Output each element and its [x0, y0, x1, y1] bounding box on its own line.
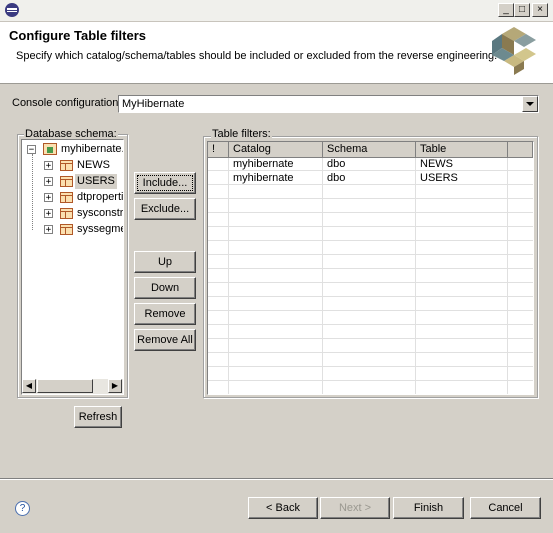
hibernate-logo	[492, 27, 536, 75]
remove-button[interactable]: Remove	[134, 303, 196, 325]
tree-horizontal-scrollbar[interactable]: ◀ ▶	[22, 379, 123, 394]
empty-row	[208, 270, 533, 283]
empty-row	[208, 214, 533, 227]
scroll-left-icon[interactable]: ◀	[22, 379, 36, 393]
tree-item-label: sysconstraints	[77, 207, 124, 219]
cancel-button[interactable]: Cancel	[470, 497, 541, 519]
collapse-icon[interactable]: −	[27, 145, 36, 155]
expand-icon[interactable]: +	[44, 225, 53, 235]
database-icon	[43, 143, 57, 155]
exclude-button[interactable]: Exclude...	[134, 198, 196, 220]
empty-row	[208, 242, 533, 255]
empty-row	[208, 326, 533, 339]
cell-catalog: myhibernate	[233, 172, 294, 184]
column-header-table[interactable]: Table	[416, 142, 508, 158]
empty-row	[208, 200, 533, 213]
wizard-header: Configure Table filters Specify which ca…	[0, 22, 553, 84]
empty-row	[208, 340, 533, 353]
schema-tree[interactable]: − myhibernate.dbo + NEWS + USERS + dtpro…	[21, 139, 124, 395]
cell-schema: dbo	[327, 158, 346, 170]
combo-dropdown-button[interactable]	[522, 96, 538, 112]
expand-icon[interactable]: +	[44, 193, 53, 203]
column-header-schema[interactable]: Schema	[323, 142, 416, 158]
tree-item-label: syssegments	[77, 223, 123, 235]
page-description: Specify which catalog/schema/tables shou…	[16, 50, 498, 62]
back-button[interactable]: < Back	[248, 497, 318, 519]
empty-row	[208, 354, 533, 367]
tree-guide-line	[32, 154, 33, 230]
expand-icon[interactable]: +	[44, 161, 53, 171]
expand-icon[interactable]: +	[44, 209, 53, 219]
expand-icon[interactable]: +	[44, 177, 53, 187]
finish-button[interactable]: Finish	[393, 497, 464, 519]
column-header-catalog[interactable]: Catalog	[229, 142, 323, 158]
scroll-thumb[interactable]	[37, 379, 93, 393]
eclipse-icon	[5, 3, 19, 17]
table-icon	[60, 208, 73, 219]
empty-row	[208, 228, 533, 241]
table-row[interactable]: myhibernate dbo USERS	[208, 172, 533, 185]
table-icon	[60, 176, 73, 187]
empty-row	[208, 312, 533, 325]
down-button[interactable]: Down	[134, 277, 196, 299]
tree-item-label: USERS	[75, 174, 117, 189]
empty-row	[208, 298, 533, 311]
empty-row	[208, 284, 533, 297]
cell-catalog: myhibernate	[233, 158, 294, 170]
up-button[interactable]: Up	[134, 251, 196, 273]
chevron-down-icon	[526, 102, 534, 106]
include-button[interactable]: Include...	[134, 172, 196, 194]
column-header-filler	[508, 142, 533, 158]
console-configuration-combo[interactable]: MyHibernate	[118, 95, 539, 113]
scroll-right-icon[interactable]: ▶	[108, 379, 122, 393]
title-bar: _ □ ×	[0, 0, 553, 22]
next-button[interactable]: Next >	[320, 497, 390, 519]
empty-row	[208, 368, 533, 381]
maximize-button[interactable]: □	[514, 3, 530, 17]
cell-schema: dbo	[327, 172, 346, 184]
remove-all-button[interactable]: Remove All	[134, 329, 196, 351]
table-icon	[60, 160, 73, 171]
table-icon	[60, 224, 73, 235]
footer-separator	[0, 478, 553, 480]
page-title: Configure Table filters	[9, 28, 146, 43]
cell-table: USERS	[420, 172, 458, 184]
column-header-flag[interactable]: !	[208, 142, 229, 158]
help-icon[interactable]: ?	[15, 501, 30, 516]
tree-item-label: NEWS	[77, 159, 110, 171]
close-button[interactable]: ×	[532, 3, 548, 17]
console-configuration-value: MyHibernate	[122, 98, 185, 110]
console-configuration-label: Console configuration:	[12, 97, 122, 109]
tree-root-label: myhibernate.dbo	[61, 143, 123, 155]
table-row[interactable]: myhibernate dbo NEWS	[208, 158, 533, 171]
table-filters-legend: Table filters:	[211, 128, 272, 140]
cell-table: NEWS	[420, 158, 453, 170]
minimize-button[interactable]: _	[498, 3, 514, 17]
table-icon	[60, 192, 73, 203]
tree-item-label: dtproperties	[77, 191, 124, 203]
empty-row	[208, 256, 533, 269]
table-filters-table[interactable]: ! Catalog Schema Table myhibernate dbo N…	[207, 141, 534, 395]
refresh-button[interactable]: Refresh	[74, 406, 122, 428]
empty-row	[208, 186, 533, 199]
